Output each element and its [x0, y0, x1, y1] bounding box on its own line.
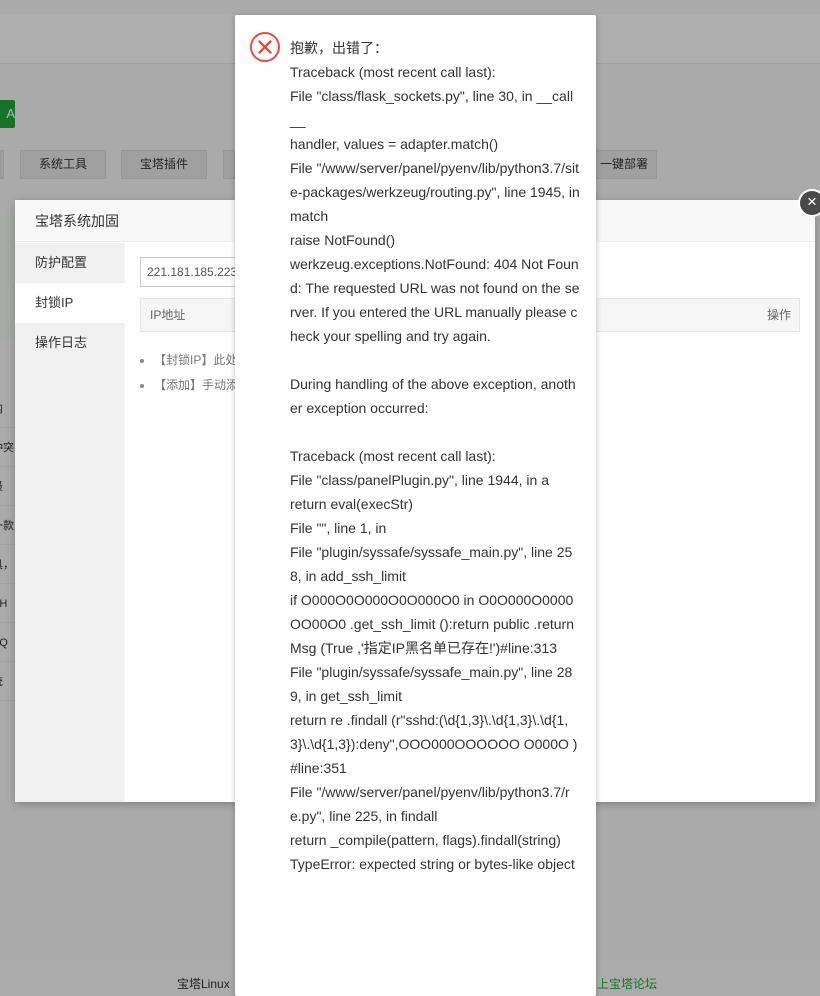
close-icon[interactable]: ×	[798, 189, 820, 217]
error-circle-x-icon	[250, 32, 280, 62]
tip-text: 【添加】手动添	[154, 378, 239, 392]
sidebar-item-block-ip[interactable]: 封锁IP	[15, 283, 125, 323]
tip-line: 【添加】手动添	[140, 376, 238, 393]
tip-line: 【封锁IP】此处	[140, 351, 237, 368]
sidebar-item-protection-config[interactable]: 防护配置	[15, 243, 125, 283]
error-traceback-text: 抱歉，出错了： Traceback (most recent call last…	[290, 40, 580, 872]
table-header-action: 操作	[766, 308, 791, 322]
bullet-dot	[140, 358, 144, 363]
dialog-sidebar: 防护配置 封锁IP 操作日志	[15, 243, 125, 802]
tip-text: 【封锁IP】此处	[154, 353, 238, 367]
sidebar-item-operation-log[interactable]: 操作日志	[15, 323, 125, 363]
error-message-popup: 抱歉，出错了： Traceback (most recent call last…	[235, 15, 596, 996]
table-header-ip: IP地址	[150, 308, 186, 322]
bullet-dot	[140, 383, 144, 388]
